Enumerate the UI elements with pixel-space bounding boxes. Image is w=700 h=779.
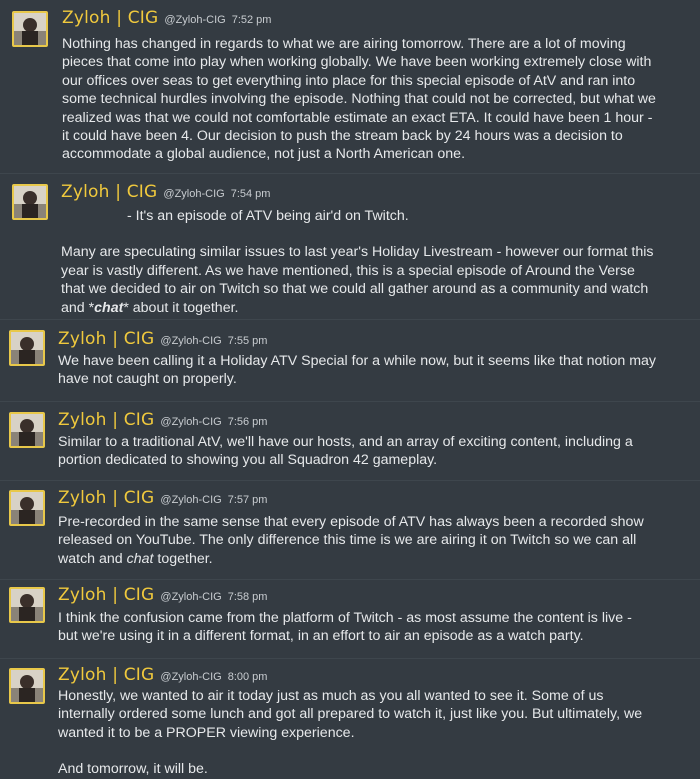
- message-line: internally ordered some lunch and got al…: [58, 706, 643, 723]
- timestamp: 8:00 pm: [227, 671, 268, 683]
- message-line: portion dedicated to showing you all Squ…: [58, 452, 438, 469]
- message: Zyloh | CIG @Zyloh-CIG 7:56 pm Similar to …: [0, 402, 700, 480]
- emphasis: chat: [94, 299, 124, 316]
- message: Zyloh | CIG @Zyloh-CIG 7:52 pm Nothing has…: [0, 0, 700, 172]
- message: Zyloh | CIG @Zyloh-CIG 7:57 pm Pre-recorde…: [0, 481, 700, 579]
- message: Zyloh | CIG @Zyloh-CIG 7:58 pm I think the…: [0, 580, 700, 658]
- message-line: released on YouTube. The only difference…: [58, 532, 637, 549]
- message-body: I think the confusion came from the plat…: [58, 609, 632, 646]
- message-body: Honestly, we wanted to air it today just…: [58, 687, 642, 779]
- timestamp: 7:52 pm: [231, 14, 272, 26]
- message-line: realized was that we could not comfortab…: [62, 109, 653, 126]
- timestamp: 7:55 pm: [227, 335, 268, 347]
- message-line: I think the confusion came from the plat…: [58, 610, 632, 626]
- message-header: Zyloh | CIG @Zyloh-CIG 7:58 pm: [58, 585, 267, 605]
- author-name[interactable]: Zyloh | CIG: [58, 488, 154, 508]
- avatar[interactable]: [9, 412, 45, 448]
- text-span: * about it together.: [123, 299, 239, 316]
- text-span: watch and: [58, 550, 127, 567]
- timestamp: 7:57 pm: [227, 494, 268, 506]
- message-header: Zyloh | CIG @Zyloh-CIG 7:55 pm: [58, 329, 267, 349]
- message-line: accommodate a global audience, not just …: [62, 146, 466, 163]
- message-body: Similar to a traditional AtV, we'll have…: [58, 433, 633, 470]
- author-handle: @Zyloh-CIG: [160, 494, 222, 506]
- avatar[interactable]: [9, 330, 45, 366]
- message-line: have not caught on properly.: [58, 371, 237, 388]
- message-line: wanted it to be a PROPER viewing experie…: [58, 724, 355, 741]
- author-name[interactable]: Zyloh | CIG: [58, 585, 154, 605]
- timestamp: 7:56 pm: [227, 416, 268, 428]
- author-name[interactable]: Zyloh | CIG: [58, 329, 154, 349]
- author-handle: @Zyloh-CIG: [164, 14, 226, 26]
- message-header: Zyloh | CIG @Zyloh-CIG 7:57 pm: [58, 488, 267, 508]
- author-name[interactable]: Zyloh | CIG: [62, 8, 158, 28]
- message-body: We have been calling it a Holiday ATV Sp…: [58, 352, 656, 389]
- author-name[interactable]: Zyloh | CIG: [58, 410, 154, 430]
- author-handle: @Zyloh-CIG: [160, 671, 222, 683]
- message-line: Nothing has changed in regards to what w…: [62, 36, 626, 52]
- message-body: Pre-recorded in the same sense that ever…: [58, 513, 644, 568]
- timestamp: 7:54 pm: [230, 188, 271, 200]
- message-line: some technical hurdles involving the epi…: [62, 91, 656, 108]
- message: Zyloh | CIG @Zyloh-CIG 8:00 pm Honestly, w…: [0, 659, 700, 779]
- message-line: pieces that come into play when working …: [62, 54, 652, 71]
- message-line: but we're using it in a different format…: [58, 628, 584, 645]
- message-line: year is vastly different. As we have men…: [61, 262, 635, 279]
- message-header: Zyloh | CIG @Zyloh-CIG 7:56 pm: [58, 410, 267, 430]
- message-header: Zyloh | CIG @Zyloh-CIG 7:54 pm: [61, 182, 270, 202]
- message-line: that we decided to air on Twitch so that…: [61, 281, 649, 298]
- text-span: together.: [153, 550, 213, 567]
- message-line: Similar to a traditional AtV, we'll have…: [58, 434, 633, 450]
- message: Zyloh | CIG @Zyloh-CIG 7:55 pm We have bee…: [0, 320, 700, 401]
- message-line: Honestly, we wanted to air it today just…: [58, 688, 604, 704]
- message: Zyloh | CIG @Zyloh-CIG 7:54 pm - It's an e…: [0, 174, 700, 319]
- emphasis: chat: [126, 550, 154, 567]
- author-handle: @Zyloh-CIG: [160, 591, 222, 603]
- message-body: Nothing has changed in regards to what w…: [62, 35, 656, 164]
- avatar[interactable]: [9, 490, 45, 526]
- message-line: - It's an episode of ATV being air'd on …: [127, 208, 409, 224]
- timestamp: 7:58 pm: [227, 591, 268, 603]
- avatar[interactable]: [9, 587, 45, 623]
- author-handle: @Zyloh-CIG: [163, 188, 225, 200]
- message-line: it could have been 4. Our decision to pu…: [62, 128, 623, 145]
- message-body: - It's an episode of ATV being air'd on …: [61, 207, 654, 317]
- message-line: watch and chat together.: [58, 550, 644, 568]
- message-line: We have been calling it a Holiday ATV Sp…: [58, 353, 657, 369]
- author-handle: @Zyloh-CIG: [160, 335, 222, 347]
- author-name[interactable]: Zyloh | CIG: [61, 182, 157, 202]
- author-handle: @Zyloh-CIG: [160, 416, 222, 428]
- message-header: Zyloh | CIG @Zyloh-CIG 7:52 pm: [62, 8, 271, 28]
- avatar[interactable]: [12, 184, 48, 220]
- avatar[interactable]: [9, 668, 45, 704]
- avatar[interactable]: [12, 11, 48, 47]
- message-line: Many are speculating similar issues to l…: [61, 244, 654, 261]
- message-line: our offices over seas to get everything …: [62, 72, 636, 89]
- message-header: Zyloh | CIG @Zyloh-CIG 8:00 pm: [58, 665, 267, 685]
- author-name[interactable]: Zyloh | CIG: [58, 665, 154, 685]
- message-line: Pre-recorded in the same sense that ever…: [58, 514, 644, 530]
- text-span: and *: [61, 299, 95, 316]
- message-line: and *chat* about it together.: [61, 299, 654, 317]
